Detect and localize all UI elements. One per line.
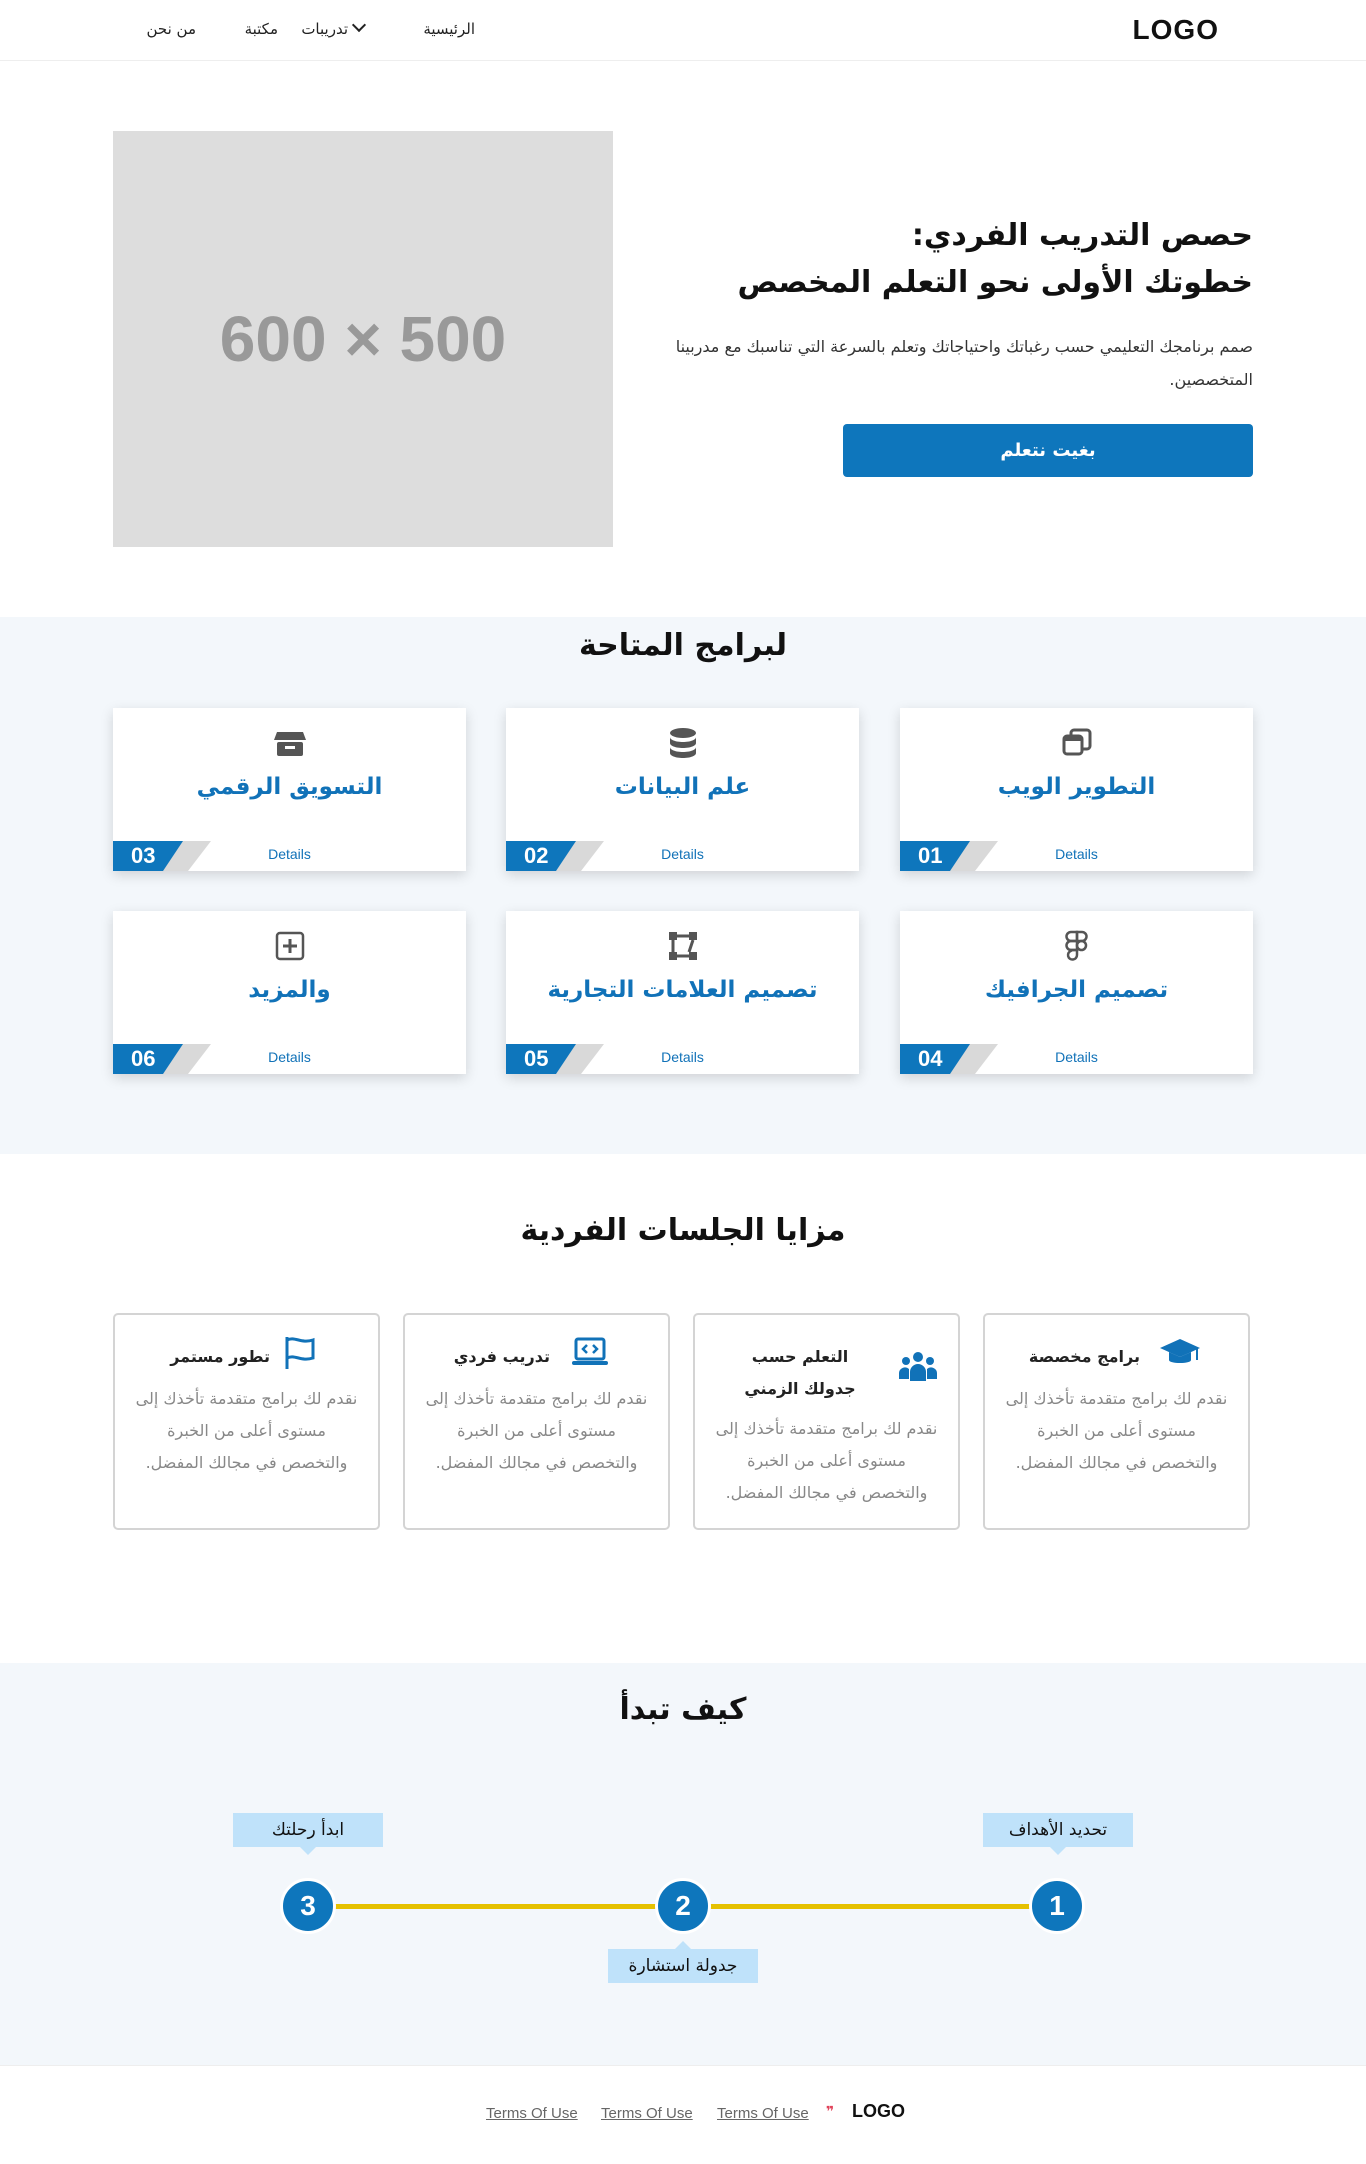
programs-title: لبرامج المتاحة xyxy=(578,628,788,663)
benefit-title: تدريب فردي xyxy=(453,1347,550,1366)
vector-icon xyxy=(668,932,697,960)
nav-trainings[interactable]: تدريبات xyxy=(301,17,367,38)
nav-about[interactable]: من نحن xyxy=(147,20,197,38)
program-title: التسويق الرقمي xyxy=(196,774,383,800)
benefit-description: نقدم لك برامج متقدمة تأخذك إلى مستوى أعل… xyxy=(425,1389,648,1472)
program-card-data[interactable]: علم البيانات 02 Details xyxy=(506,708,859,871)
footer-link-terms[interactable]: Terms Of Use xyxy=(601,2105,693,2122)
step-circle: 3 xyxy=(280,1878,336,1934)
benefits-title: مزايا الجلسات الفردية xyxy=(520,1213,846,1248)
figma-icon xyxy=(1064,930,1088,961)
details-link[interactable]: Details xyxy=(506,846,859,862)
windows-icon xyxy=(1062,728,1091,756)
benefit-description: نقدم لك برامج متقدمة تأخذك إلى مستوى أعل… xyxy=(715,1419,938,1502)
laptop-code-icon xyxy=(572,1337,608,1365)
hero-title-line2: خطوتك الأولى نحو التعلم المخصص xyxy=(737,265,1253,300)
details-link[interactable]: Details xyxy=(113,1049,466,1065)
benefit-title: التعلم حسب جدولك الزمني xyxy=(744,1347,856,1398)
details-link[interactable]: Details xyxy=(506,1049,859,1065)
program-title: والمزيد xyxy=(248,977,331,1003)
steps-title: كيف تبدأ xyxy=(619,1692,747,1727)
step-label-pointer xyxy=(300,1847,316,1855)
step-label: ابدأ رحلتك xyxy=(233,1813,383,1847)
nav-home[interactable]: الرئيسية xyxy=(423,20,475,38)
program-card-more[interactable]: والمزيد 06 Details xyxy=(113,911,466,1074)
nav-library[interactable]: مكتبة xyxy=(245,20,278,38)
benefit-card: برامج مخصصة نقدم لك برامج متقدمة تأخذك إ… xyxy=(983,1313,1250,1530)
nav-trainings-label: تدريبات xyxy=(301,20,348,38)
benefit-card: التعلم حسب جدولك الزمني نقدم لك برامج مت… xyxy=(693,1313,960,1530)
benefit-card: تدريب فردي نقدم لك برامج متقدمة تأخذك إل… xyxy=(403,1313,670,1530)
chevron-down-icon xyxy=(351,17,367,33)
program-card-marketing[interactable]: التسويق الرقمي 03 Details xyxy=(113,708,466,871)
step-label: جدولة استشارة xyxy=(608,1949,758,1983)
program-card-web[interactable]: التطوير الويب 01 Details xyxy=(900,708,1253,871)
hero-image-placeholder: 600 × 500 xyxy=(113,131,613,547)
plus-square-icon xyxy=(275,931,304,961)
footer-link-terms[interactable]: Terms Of Use xyxy=(486,2105,578,2122)
step-label-pointer xyxy=(675,1941,691,1949)
logo[interactable]: LOGO xyxy=(1133,14,1219,46)
step-label-pointer xyxy=(1050,1847,1066,1855)
program-card-branding[interactable]: تصميم العلامات التجارية 05 Details xyxy=(506,911,859,1074)
program-title: علم البيانات xyxy=(614,774,751,800)
benefit-title: تطور مستمر xyxy=(170,1347,270,1366)
step-circle: 2 xyxy=(655,1878,711,1934)
program-card-graphic[interactable]: تصميم الجرافيك 04 Details xyxy=(900,911,1253,1074)
benefit-description: نقدم لك برامج متقدمة تأخذك إلى مستوى أعل… xyxy=(1005,1389,1228,1472)
step-circle: 1 xyxy=(1029,1878,1085,1934)
details-link[interactable]: Details xyxy=(900,1049,1253,1065)
hero-title-line1: حصص التدريب الفردي: xyxy=(911,218,1253,253)
benefit-description: نقدم لك برامج متقدمة تأخذك إلى مستوى أعل… xyxy=(135,1389,358,1472)
program-title: تصميم العلامات التجارية xyxy=(547,977,818,1003)
step-label: تحديد الأهداف xyxy=(983,1813,1133,1847)
quote-icon: ❞ xyxy=(826,2104,835,2120)
graduation-cap-icon xyxy=(1160,1339,1200,1363)
details-link[interactable]: Details xyxy=(113,846,466,862)
program-title: تصميم الجرافيك xyxy=(984,977,1169,1003)
hero-description: صمم برنامجك التعليمي حسب رغباتك واحتياجا… xyxy=(675,337,1253,389)
footer-link-terms[interactable]: Terms Of Use xyxy=(717,2105,809,2122)
details-link[interactable]: Details xyxy=(900,846,1253,862)
site-header: LOGO الرئيسية تدريبات مكتبة من نحن xyxy=(0,0,1366,61)
start-learning-button[interactable]: بغيت نتعلم xyxy=(843,424,1253,477)
benefit-card: تطور مستمر نقدم لك برامج متقدمة تأخذك إل… xyxy=(113,1313,380,1530)
footer-logo[interactable]: LOGO xyxy=(852,2101,905,2122)
database-icon xyxy=(669,728,696,758)
flag-icon xyxy=(285,1337,315,1369)
people-group-icon xyxy=(899,1352,937,1381)
program-title: التطوير الويب xyxy=(997,774,1156,800)
benefit-title: برامج مخصصة xyxy=(1028,1347,1140,1366)
store-icon xyxy=(273,732,306,756)
